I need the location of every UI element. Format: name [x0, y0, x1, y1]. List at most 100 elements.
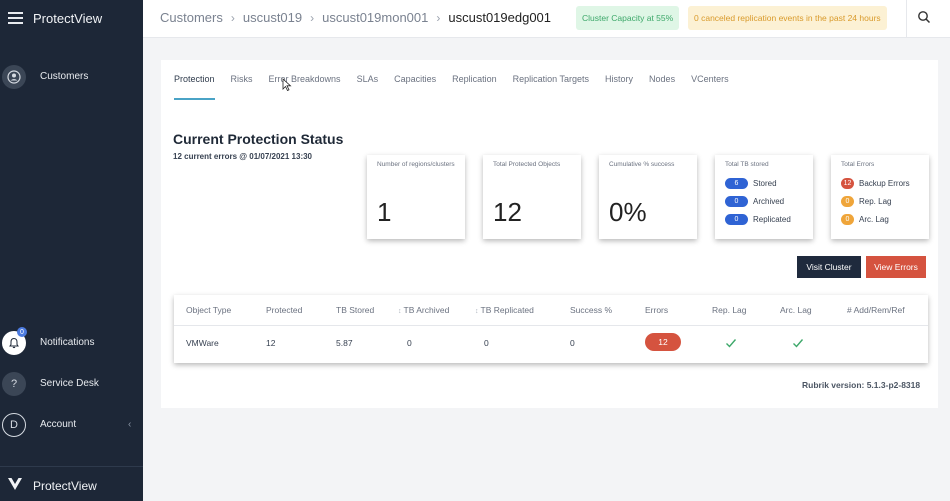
column-header-object-type[interactable]: Object Type — [186, 305, 231, 315]
row-label: Arc. Lag — [859, 214, 889, 224]
column-header-tb-archived[interactable]: ↕ TB Archived — [398, 305, 449, 315]
sidebar-item-label: Customers — [40, 71, 89, 82]
sort-icon: ↕ — [398, 308, 402, 315]
cell-object-type: VMWare — [186, 338, 219, 348]
tab-nodes[interactable]: Nodes — [649, 74, 675, 98]
cursor-icon — [282, 78, 292, 96]
tab-risks[interactable]: Risks — [231, 74, 253, 98]
row-label: Stored — [753, 178, 777, 188]
sidebar-item-customers[interactable]: Customers — [0, 63, 143, 93]
column-header-rep-lag[interactable]: Rep. Lag — [712, 305, 747, 315]
view-errors-button[interactable]: View Errors — [866, 256, 926, 278]
column-header-add-rem-ref[interactable]: # Add/Rem/Ref — [847, 305, 905, 315]
row-label: Backup Errors — [859, 178, 910, 188]
column-header-tb-stored[interactable]: TB Stored — [336, 305, 374, 315]
capacity-status-badge[interactable]: Cluster Capacity at 55% — [576, 6, 680, 30]
kpi-value: 0% — [609, 197, 647, 227]
sidebar-item-account[interactable]: D Account ‹ — [0, 411, 143, 441]
page-subtitle: 12 current errors @ 01/07/2021 13:30 — [173, 152, 312, 161]
menu-icon[interactable] — [8, 12, 23, 24]
kpi-label: Number of regions/clusters — [377, 161, 455, 168]
breadcrumb-current: uscust019edg001 — [448, 10, 552, 25]
row-label: Replicated — [753, 214, 791, 224]
kpi-label: Total Errors — [841, 161, 875, 168]
tab-protection[interactable]: Protection — [174, 74, 215, 100]
avatar: D — [2, 413, 26, 437]
sort-icon: ↕ — [475, 308, 479, 315]
kpi-label: Total Protected Objects — [493, 161, 561, 168]
brand-name-footer: ProtectView — [33, 479, 97, 493]
tab-history[interactable]: History — [605, 74, 633, 98]
breadcrumb-customer[interactable]: uscust019 — [243, 10, 302, 25]
breadcrumb-monitor[interactable]: uscust019mon001 — [322, 10, 428, 25]
top-header: Customers › uscust019 › uscust019mon001 … — [143, 0, 950, 38]
kpi-value: 12 — [493, 197, 522, 227]
cell-tb-replicated: 0 — [484, 338, 489, 348]
column-header-tb-replicated[interactable]: ↕ TB Replicated — [475, 305, 534, 315]
kpi-label: Total TB stored — [725, 161, 769, 168]
version-label: Rubrik version: 5.1.3-p2-8318 — [802, 380, 921, 390]
breadcrumb-customers[interactable]: Customers — [160, 10, 223, 25]
column-header-protected[interactable]: Protected — [266, 305, 302, 315]
rep-lag-row: 0 Rep. Lag — [841, 195, 891, 207]
sidebar-footer: ProtectView — [0, 466, 143, 501]
search-icon[interactable] — [917, 10, 933, 26]
header-divider — [906, 0, 907, 38]
kpi-card-success: Cumulative % success 0% — [599, 155, 697, 239]
count-chip: 6 — [725, 177, 748, 189]
breadcrumb: Customers › uscust019 › uscust019mon001 … — [160, 10, 551, 25]
sidebar: ProtectView Customers 0 Notifications ? … — [0, 0, 143, 501]
tb-replicated-row: 0 Replicated — [725, 213, 791, 225]
tb-archived-row: 0 Archived — [725, 195, 784, 207]
column-header-arc-lag[interactable]: Arc. Lag — [780, 305, 812, 315]
column-header-success[interactable]: Success % — [570, 305, 612, 315]
column-header-label: TB Archived — [403, 305, 450, 315]
chevron-left-icon[interactable]: ‹ — [128, 419, 131, 430]
chevron-right-icon: › — [310, 10, 315, 25]
cell-protected: 12 — [266, 338, 276, 348]
errors-badge[interactable]: 12 — [645, 333, 681, 351]
row-divider — [174, 325, 928, 326]
user-icon — [2, 65, 26, 89]
tab-error-breakdowns[interactable]: Error Breakdowns — [269, 74, 341, 98]
sidebar-item-notifications[interactable]: 0 Notifications — [0, 327, 143, 359]
kpi-card-protected: Total Protected Objects 12 — [483, 155, 581, 239]
chevron-right-icon: › — [436, 10, 441, 25]
chevron-right-icon: › — [230, 10, 235, 25]
sidebar-item-label: Account — [40, 419, 77, 430]
cell-tb-stored: 5.87 — [336, 338, 353, 348]
sidebar-header: ProtectView — [0, 0, 143, 38]
row-label: Rep. Lag — [859, 196, 892, 206]
tab-replication-targets[interactable]: Replication Targets — [513, 74, 589, 98]
sidebar-item-label: Notifications — [40, 337, 95, 348]
tb-stored-row: 6 Stored — [725, 177, 777, 189]
protection-table: Object Type Protected TB Stored ↕ TB Arch… — [174, 295, 928, 363]
kpi-card-regions: Number of regions/clusters 1 — [367, 155, 465, 239]
check-icon — [725, 336, 737, 348]
count-chip: 12 — [841, 177, 854, 189]
arc-lag-row: 0 Arc. Lag — [841, 213, 889, 225]
logo-v-icon — [7, 477, 23, 496]
column-header-label: TB Replicated — [480, 305, 534, 315]
column-header-errors[interactable]: Errors — [645, 305, 668, 315]
backup-errors-row: 12 Backup Errors — [841, 177, 910, 189]
replication-status-badge[interactable]: 0 canceled replication events in the pas… — [688, 6, 887, 30]
row-label: Archived — [753, 196, 785, 206]
count-chip: 0 — [725, 213, 748, 225]
brand-name: ProtectView — [33, 11, 103, 26]
tab-vcenters[interactable]: VCenters — [691, 74, 729, 98]
kpi-card-errors: Total Errors 12 Backup Errors 0 Rep. Lag… — [831, 155, 929, 239]
sidebar-item-label: Service Desk — [40, 378, 99, 389]
count-chip: 0 — [725, 195, 748, 207]
visit-cluster-button[interactable]: Visit Cluster — [797, 256, 861, 278]
count-chip: 0 — [841, 195, 854, 207]
cell-tb-archived: 0 — [407, 338, 412, 348]
tab-slas[interactable]: SLAs — [357, 74, 379, 98]
tab-capacities[interactable]: Capacities — [394, 74, 436, 98]
cell-success: 0 — [570, 338, 575, 348]
main-card: Protection Risks Error Breakdowns SLAs C… — [161, 60, 938, 408]
count-chip: 0 — [841, 213, 854, 225]
sidebar-item-service-desk[interactable]: ? Service Desk — [0, 370, 143, 400]
tab-replication[interactable]: Replication — [452, 74, 497, 98]
page-title: Current Protection Status — [173, 131, 344, 147]
